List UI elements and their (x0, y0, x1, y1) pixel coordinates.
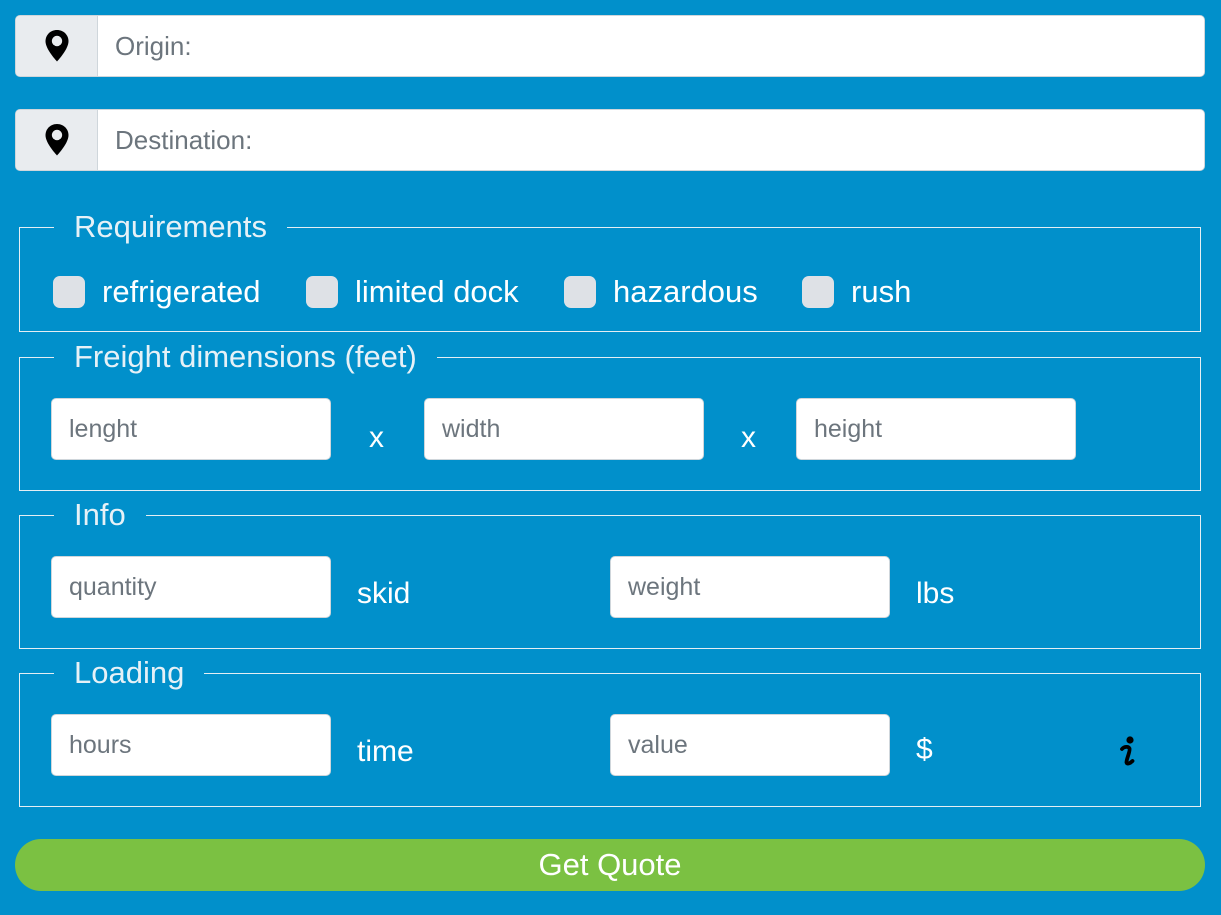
map-pin-icon (16, 16, 98, 76)
times-separator: x (741, 421, 756, 454)
weight-unit: lbs (916, 577, 955, 610)
hours-unit: time (357, 735, 414, 768)
info-legend: Info (54, 498, 146, 532)
value-unit: $ (916, 733, 933, 766)
checkbox-label: limited dock (355, 274, 519, 309)
checkbox-box[interactable] (53, 276, 85, 308)
checkbox-box[interactable] (802, 276, 834, 308)
weight-input[interactable] (610, 556, 890, 618)
info-fieldset: Info skid lbs (19, 498, 1201, 649)
origin-input[interactable] (98, 16, 1204, 76)
checkbox-box[interactable] (564, 276, 596, 308)
times-separator: x (369, 421, 384, 454)
requirements-fieldset: Requirements refrigerated limited dock h… (19, 210, 1201, 332)
refrigerated-checkbox[interactable]: refrigerated (53, 275, 261, 309)
checkbox-label: rush (851, 274, 912, 309)
destination-input-group (15, 109, 1205, 171)
value-input[interactable] (610, 714, 890, 776)
length-input[interactable] (51, 398, 331, 460)
loading-legend: Loading (54, 656, 205, 690)
height-input[interactable] (796, 398, 1076, 460)
destination-input[interactable] (98, 110, 1204, 170)
hours-input[interactable] (51, 714, 331, 776)
origin-input-group (15, 15, 1205, 77)
dimensions-fieldset: Freight dimensions (feet) x x (19, 340, 1201, 491)
get-quote-button[interactable]: Get Quote (15, 839, 1205, 891)
dimensions-legend: Freight dimensions (feet) (54, 340, 437, 374)
quantity-unit: skid (357, 577, 411, 610)
width-input[interactable] (424, 398, 704, 460)
hazardous-checkbox[interactable]: hazardous (564, 275, 758, 309)
quantity-input[interactable] (51, 556, 331, 618)
info-icon[interactable] (1114, 732, 1142, 772)
loading-fieldset: Loading time $ (19, 656, 1201, 807)
map-pin-icon (16, 110, 98, 170)
rush-checkbox[interactable]: rush (802, 275, 911, 309)
limited-dock-checkbox[interactable]: limited dock (306, 275, 519, 309)
requirements-legend: Requirements (54, 210, 287, 244)
checkbox-label: hazardous (613, 274, 758, 309)
checkbox-label: refrigerated (102, 274, 261, 309)
checkbox-box[interactable] (306, 276, 338, 308)
